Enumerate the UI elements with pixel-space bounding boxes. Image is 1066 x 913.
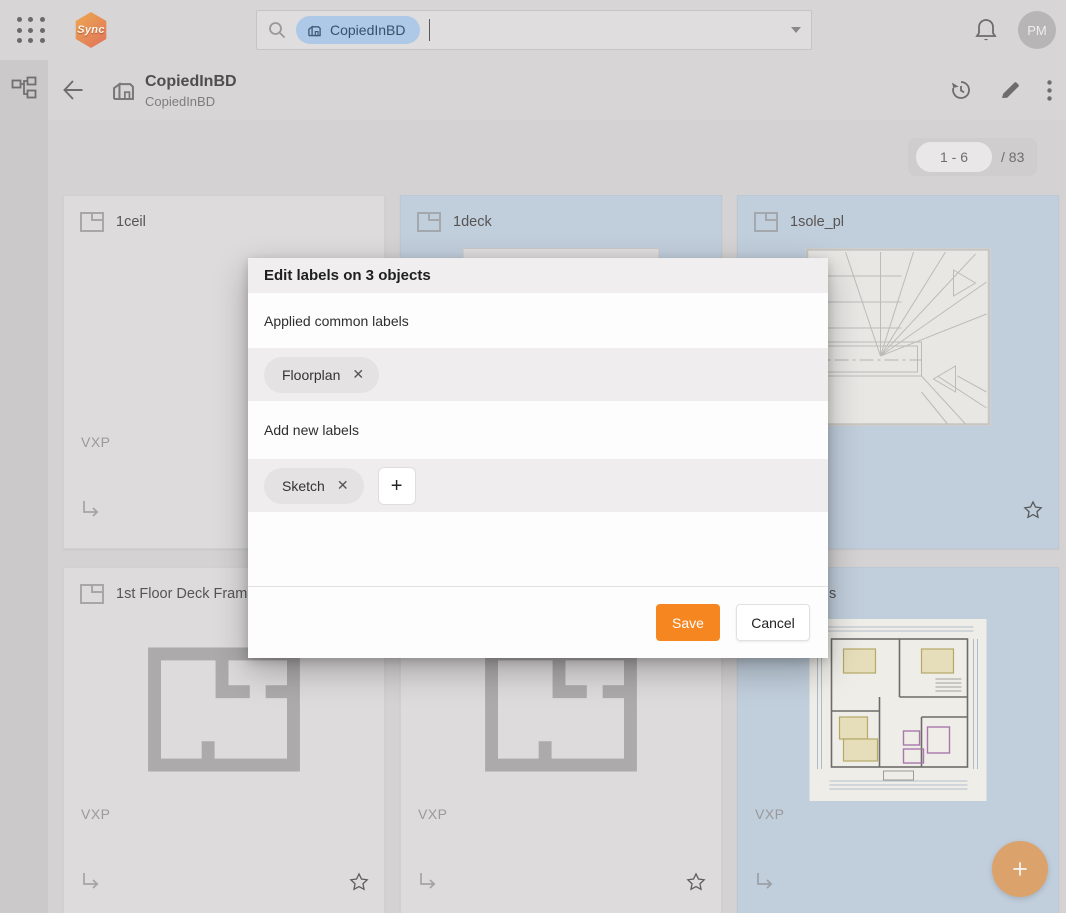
favorite-star-icon[interactable] (685, 871, 707, 893)
goto-arrow-icon[interactable] (754, 871, 776, 893)
label-chip-floorplan[interactable]: Floorplan ✕ (264, 357, 379, 393)
favorite-star-icon[interactable] (348, 871, 370, 893)
owner-label: VXP (81, 806, 111, 822)
search-icon (267, 20, 287, 40)
goto-arrow-icon[interactable] (417, 871, 439, 893)
left-sidebar (0, 60, 48, 913)
dialog-footer: Save Cancel (248, 586, 828, 658)
label-chip-sketch[interactable]: Sketch ✕ (264, 468, 364, 504)
sync-logo-text: Sync (77, 24, 105, 36)
thumbnail-architectural-plan (810, 619, 987, 801)
card-header: 1ceil (64, 196, 384, 232)
page-title: CopiedInBD (145, 73, 237, 91)
remove-label-icon[interactable]: ✕ (337, 477, 349, 494)
page-header: CopiedInBD CopiedInBD (48, 60, 1066, 120)
card-header: 1sole_pl (738, 196, 1058, 232)
card-title: 1deck (453, 214, 492, 230)
sync-logo[interactable]: Sync (74, 12, 108, 48)
card-footer (80, 871, 370, 893)
text-cursor (429, 19, 431, 41)
edit-pencil-icon[interactable] (999, 79, 1021, 101)
thumbnail-placeholder-floorplan (147, 646, 302, 773)
avatar-initials: PM (1027, 23, 1047, 38)
history-icon[interactable] (949, 78, 973, 102)
floorplan-icon (417, 212, 441, 232)
notifications-bell-icon[interactable] (974, 17, 998, 43)
favorite-star-icon[interactable] (1022, 499, 1044, 521)
new-labels-row: Sketch ✕ + (248, 459, 828, 512)
add-label-button[interactable]: + (378, 467, 416, 505)
applied-labels-row: Floorplan ✕ (248, 348, 828, 401)
card-header: 1deck (401, 196, 721, 232)
card-footer (417, 871, 707, 893)
pagination-total: / 83 (1001, 149, 1024, 165)
search-chip-label: CopiedInBD (330, 22, 406, 38)
top-app-bar: Sync CopiedInBD PM (0, 0, 1066, 60)
pagination-range[interactable]: 1 - 6 (916, 142, 992, 172)
cancel-button[interactable]: Cancel (736, 604, 810, 641)
avatar[interactable]: PM (1018, 11, 1056, 49)
card-kebab-icon[interactable] (362, 214, 370, 231)
chevron-down-icon[interactable] (791, 27, 801, 33)
label-chip-text: Floorplan (282, 367, 340, 383)
project-building-icon (110, 76, 137, 103)
search-scope-chip[interactable]: CopiedInBD (296, 16, 420, 44)
building-icon (306, 22, 323, 38)
card-title: 1st Floor Deck Fram (116, 586, 247, 602)
floorplan-icon (80, 212, 104, 232)
goto-arrow-icon[interactable] (80, 499, 102, 521)
floorplan-icon (754, 212, 778, 232)
apps-grid-icon[interactable] (17, 17, 46, 44)
owner-label: VXP (418, 806, 448, 822)
pagination-control: 1 - 6 / 83 (908, 138, 1037, 176)
search-input[interactable]: CopiedInBD (256, 10, 812, 50)
card-title: 1ceil (116, 214, 146, 230)
save-button[interactable]: Save (656, 604, 720, 641)
card-kebab-icon[interactable] (699, 214, 707, 231)
applied-labels-section-label: Applied common labels (248, 293, 828, 348)
thumbnail-stair-plan (806, 248, 991, 426)
back-arrow-icon[interactable] (62, 79, 84, 101)
card-kebab-icon[interactable] (1036, 586, 1044, 603)
add-labels-section-label: Add new labels (248, 401, 828, 459)
thumbnail-placeholder-floorplan (484, 646, 639, 773)
goto-arrow-icon[interactable] (80, 871, 102, 893)
floorplan-icon (80, 584, 104, 604)
label-chip-text: Sketch (282, 478, 325, 494)
header-actions (949, 78, 1052, 102)
remove-label-icon[interactable]: ✕ (352, 366, 364, 383)
more-options-kebab-icon[interactable] (1047, 80, 1052, 101)
edit-labels-dialog: Edit labels on 3 objects Applied common … (248, 258, 828, 658)
dialog-title: Edit labels on 3 objects (248, 258, 828, 293)
owner-label: VXP (81, 434, 111, 450)
hierarchy-tree-icon[interactable] (11, 76, 37, 100)
card-title: 1sole_pl (790, 214, 844, 230)
page-subtitle: CopiedInBD (145, 94, 215, 109)
card-kebab-icon[interactable] (1036, 214, 1044, 231)
add-object-fab[interactable]: + (992, 841, 1048, 897)
dialog-spacer (248, 512, 828, 586)
owner-label: VXP (755, 806, 785, 822)
card-title: s (829, 586, 836, 602)
